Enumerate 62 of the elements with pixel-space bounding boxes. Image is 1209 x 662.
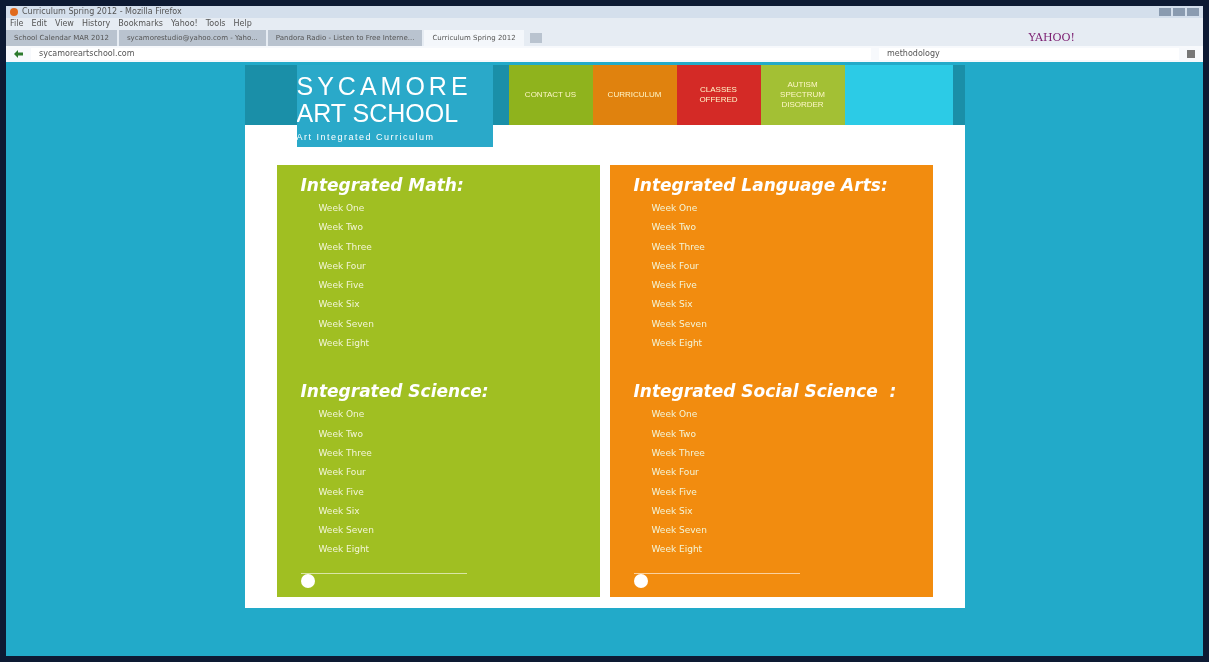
site-logo[interactable]: SYCAMORE ART SCHOOL Art Integrated Curriculum <box>296 65 493 147</box>
week-link[interactable]: Week Four <box>300 256 366 277</box>
week-link[interactable]: Week Eight <box>300 334 370 354</box>
week-link[interactable]: Week Seven <box>300 521 374 541</box>
nav-tab[interactable]: CURRICULUM <box>592 65 677 125</box>
nav-tab[interactable]: CLASSES OFFERED <box>676 65 761 125</box>
menu-item[interactable]: Yahoo! <box>171 18 198 30</box>
week-link[interactable]: Week One <box>633 405 698 425</box>
week-link[interactable]: Week Six <box>300 295 360 315</box>
logo-tagline: Art Integrated Curriculum <box>296 133 435 142</box>
section-heading: Integrated Science: <box>300 380 490 404</box>
brand-logo: YAHOO! <box>1028 29 1075 46</box>
logo-subtitle: ART SCHOOL <box>296 99 459 127</box>
week-link[interactable]: Week Two <box>633 218 696 238</box>
window-title: Curriculum Spring 2012 - Mozilla Firefox <box>22 6 182 18</box>
week-link[interactable]: Week Four <box>633 256 699 277</box>
week-link[interactable]: Week Six <box>633 295 693 315</box>
menu-item[interactable]: Bookmarks <box>118 18 164 30</box>
section-heading: Integrated Social Science : <box>633 380 898 404</box>
logo-title: SYCAMORE <box>296 74 472 99</box>
week-link[interactable]: Week Seven <box>633 314 707 335</box>
section-heading: Integrated Math: <box>300 174 465 197</box>
search-field[interactable]: methodology <box>879 48 1179 60</box>
menu-item[interactable]: Help <box>233 18 252 30</box>
week-link[interactable]: Week One <box>300 199 365 219</box>
back-arrow-icon[interactable] <box>14 50 23 58</box>
week-link[interactable]: Week One <box>633 199 698 219</box>
week-link[interactable]: Week Six <box>633 501 693 522</box>
menu-item[interactable]: File <box>10 18 24 30</box>
nav-tab[interactable]: CONTACT US <box>508 65 593 125</box>
week-link[interactable]: Week Four <box>633 463 699 483</box>
week-link[interactable]: Week Three <box>300 443 372 464</box>
week-link[interactable]: Week Seven <box>300 314 374 335</box>
week-link[interactable]: Week Five <box>633 276 697 296</box>
app-icon <box>10 8 18 16</box>
week-link[interactable]: Week Six <box>300 501 360 522</box>
week-link[interactable]: Week Five <box>300 276 364 296</box>
header-bar <box>244 65 297 125</box>
menu-item[interactable]: Tools <box>205 18 226 30</box>
week-link[interactable]: Week Three <box>633 443 705 464</box>
week-link[interactable]: Week Three <box>300 237 372 257</box>
week-link[interactable]: Week Two <box>300 218 363 238</box>
url-field[interactable]: sycamoreartschool.com <box>31 48 871 60</box>
section-heading: Integrated Language Arts: <box>633 174 889 197</box>
week-link[interactable]: Week Two <box>633 424 696 444</box>
week-link[interactable]: Week Eight <box>633 334 703 354</box>
week-link[interactable]: Week One <box>300 405 365 425</box>
menu-item[interactable]: History <box>81 18 111 30</box>
slider-thumb[interactable] <box>300 573 315 588</box>
nav-tab[interactable]: AUTISM SPECTRUM DISORDER <box>760 65 845 125</box>
menu-item[interactable]: Edit <box>31 18 47 30</box>
slider-thumb[interactable] <box>633 573 648 588</box>
week-link[interactable]: Week Two <box>300 424 363 444</box>
week-link[interactable]: Week Seven <box>633 521 707 541</box>
week-link[interactable]: Week Eight <box>633 540 703 560</box>
menu-item[interactable]: View <box>54 18 74 30</box>
new-tab-button[interactable] <box>529 33 542 43</box>
week-link[interactable]: Week Three <box>633 237 705 257</box>
week-link[interactable]: Week Five <box>633 482 697 502</box>
week-link[interactable]: Week Eight <box>300 540 370 560</box>
week-link[interactable]: Week Four <box>300 463 366 483</box>
week-link[interactable]: Week Five <box>300 482 364 502</box>
